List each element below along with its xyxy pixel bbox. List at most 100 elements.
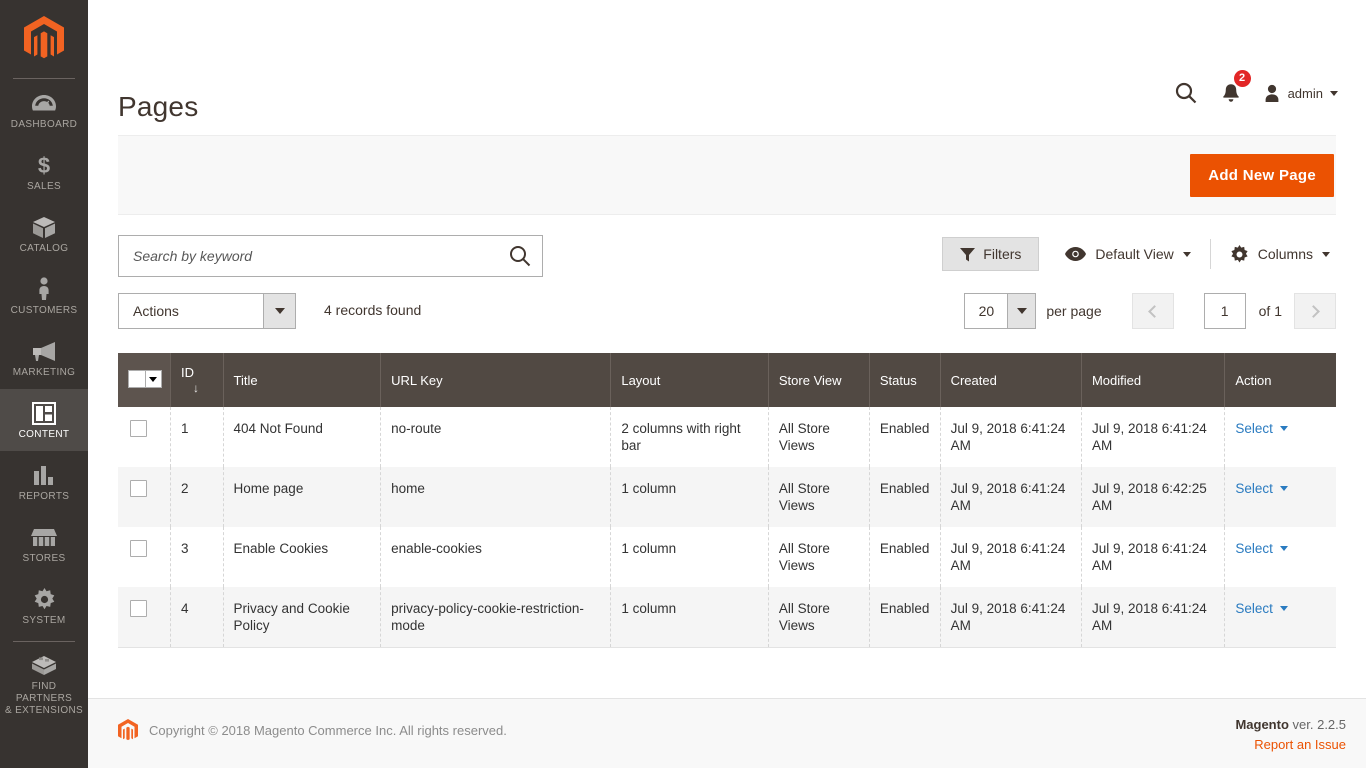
cell-id: 1 xyxy=(171,407,224,467)
row-select-action[interactable]: Select xyxy=(1235,541,1273,556)
row-select-action[interactable]: Select xyxy=(1235,601,1273,616)
search-icon xyxy=(1175,82,1197,104)
row-checkbox[interactable] xyxy=(130,600,147,617)
sidebar-item-label: STORES xyxy=(2,553,86,565)
pages-table: ID ↓ Title URL Key Layout Store View Sta… xyxy=(118,353,1336,647)
previous-page-button[interactable] xyxy=(1132,293,1174,329)
row-checkbox[interactable] xyxy=(130,540,147,557)
table-header: ID ↓ Title URL Key Layout Store View Sta… xyxy=(118,353,1336,407)
select-all-checkbox-dropdown[interactable] xyxy=(128,370,162,388)
cell-action[interactable]: Select xyxy=(1225,407,1336,467)
row-select-action[interactable]: Select xyxy=(1235,481,1273,496)
cell-layout: 2 columns with right bar xyxy=(611,407,769,467)
chevron-down-icon xyxy=(1330,91,1338,96)
main-content: Pages 2 admin xyxy=(88,0,1366,768)
notification-count-badge: 2 xyxy=(1234,70,1251,87)
row-select-cell[interactable] xyxy=(118,467,171,527)
page-title: Pages xyxy=(118,91,198,123)
next-page-button[interactable] xyxy=(1294,293,1336,329)
row-checkbox[interactable] xyxy=(130,420,147,437)
cell-title: Enable Cookies xyxy=(223,527,381,587)
sidebar-item-label: SALES xyxy=(2,181,86,193)
sidebar-item-find-partners[interactable]: FIND PARTNERS & EXTENSIONS xyxy=(0,642,88,727)
table-row[interactable]: 4 Privacy and Cookie Policy privacy-poli… xyxy=(118,587,1336,647)
row-checkbox[interactable] xyxy=(130,480,147,497)
row-select-cell[interactable] xyxy=(118,407,171,467)
sidebar-item-label: CUSTOMERS xyxy=(2,305,86,317)
bar-chart-icon xyxy=(2,462,86,488)
sidebar-item-reports[interactable]: REPORTS xyxy=(0,451,88,513)
sort-descending-icon: ↓ xyxy=(193,381,199,395)
column-header-id[interactable]: ID ↓ xyxy=(171,353,224,407)
page-number-input[interactable] xyxy=(1204,293,1246,329)
sidebar-item-label: CATALOG xyxy=(2,243,86,255)
layout-icon xyxy=(2,400,86,426)
chevron-down-icon[interactable] xyxy=(145,371,161,387)
chevron-down-icon xyxy=(1007,294,1035,328)
brand-name: Magento xyxy=(1235,717,1288,732)
notifications-button[interactable]: 2 xyxy=(1209,78,1253,108)
chevron-down-icon[interactable] xyxy=(1280,546,1288,551)
sidebar-item-system[interactable]: SYSTEM xyxy=(0,575,88,637)
cell-url-key: no-route xyxy=(381,407,611,467)
sidebar-item-catalog[interactable]: CATALOG xyxy=(0,203,88,265)
megaphone-icon xyxy=(2,338,86,364)
per-page-dropdown[interactable]: 20 xyxy=(964,293,1036,329)
cell-layout: 1 column xyxy=(611,467,769,527)
cell-action[interactable]: Select xyxy=(1225,587,1336,647)
default-view-selector[interactable]: Default View xyxy=(1039,246,1209,262)
column-header-modified[interactable]: Modified xyxy=(1081,353,1224,407)
pagination: 20 per page of 1 xyxy=(964,293,1336,329)
global-search-button[interactable] xyxy=(1163,78,1209,108)
sidebar-item-marketing[interactable]: MARKETING xyxy=(0,327,88,389)
grid-subtoolbar: Actions 4 records found 20 per page of 1 xyxy=(118,293,1336,337)
cell-status: Enabled xyxy=(869,587,940,647)
filters-button[interactable]: Filters xyxy=(942,237,1039,271)
magento-logo-icon xyxy=(24,16,64,62)
row-select-cell[interactable] xyxy=(118,527,171,587)
select-all-checkbox[interactable] xyxy=(129,371,145,387)
column-header-layout[interactable]: Layout xyxy=(611,353,769,407)
sidebar-item-stores[interactable]: STORES xyxy=(0,513,88,575)
columns-selector[interactable]: Columns xyxy=(1211,245,1336,264)
filters-label: Filters xyxy=(983,246,1021,262)
cell-title: Home page xyxy=(223,467,381,527)
sidebar-item-content[interactable]: CONTENT xyxy=(0,389,88,451)
user-menu[interactable]: admin xyxy=(1253,84,1346,103)
sidebar-item-dashboard[interactable]: DASHBOARD xyxy=(0,79,88,141)
search-submit-button[interactable] xyxy=(498,236,542,276)
cell-modified: Jul 9, 2018 6:41:24 AM xyxy=(1081,407,1224,467)
sidebar: DASHBOARD $ SALES CATALOG CUSTOMERS MARK… xyxy=(0,0,88,768)
table-row[interactable]: 2 Home page home 1 column All Store View… xyxy=(118,467,1336,527)
cell-status: Enabled xyxy=(869,407,940,467)
table-row[interactable]: 3 Enable Cookies enable-cookies 1 column… xyxy=(118,527,1336,587)
sidebar-item-customers[interactable]: CUSTOMERS xyxy=(0,265,88,327)
chevron-down-icon[interactable] xyxy=(1280,606,1288,611)
grid-toolbar: Filters Default View Columns xyxy=(118,235,1336,281)
cell-store-view: All Store Views xyxy=(768,407,869,467)
column-header-store-view[interactable]: Store View xyxy=(768,353,869,407)
column-header-url-key[interactable]: URL Key xyxy=(381,353,611,407)
add-new-page-button[interactable]: Add New Page xyxy=(1190,154,1334,197)
dollar-icon: $ xyxy=(2,152,86,178)
sidebar-item-sales[interactable]: $ SALES xyxy=(0,141,88,203)
search-input[interactable] xyxy=(119,248,498,264)
cell-action[interactable]: Select xyxy=(1225,467,1336,527)
select-all-column-header[interactable] xyxy=(118,353,171,407)
mass-actions-dropdown[interactable]: Actions xyxy=(118,293,296,329)
magento-logo[interactable] xyxy=(0,0,88,78)
report-an-issue-link[interactable]: Report an Issue xyxy=(1235,737,1346,752)
row-select-cell[interactable] xyxy=(118,587,171,647)
column-header-created[interactable]: Created xyxy=(940,353,1081,407)
cell-action[interactable]: Select xyxy=(1225,527,1336,587)
cell-status: Enabled xyxy=(869,527,940,587)
row-select-action[interactable]: Select xyxy=(1235,421,1273,436)
pages-grid: ID ↓ Title URL Key Layout Store View Sta… xyxy=(118,353,1336,648)
chevron-down-icon[interactable] xyxy=(1280,486,1288,491)
eye-icon xyxy=(1065,247,1086,261)
cell-created: Jul 9, 2018 6:41:24 AM xyxy=(940,407,1081,467)
table-row[interactable]: 1 404 Not Found no-route 2 columns with … xyxy=(118,407,1336,467)
column-header-status[interactable]: Status xyxy=(869,353,940,407)
chevron-down-icon[interactable] xyxy=(1280,426,1288,431)
column-header-title[interactable]: Title xyxy=(223,353,381,407)
